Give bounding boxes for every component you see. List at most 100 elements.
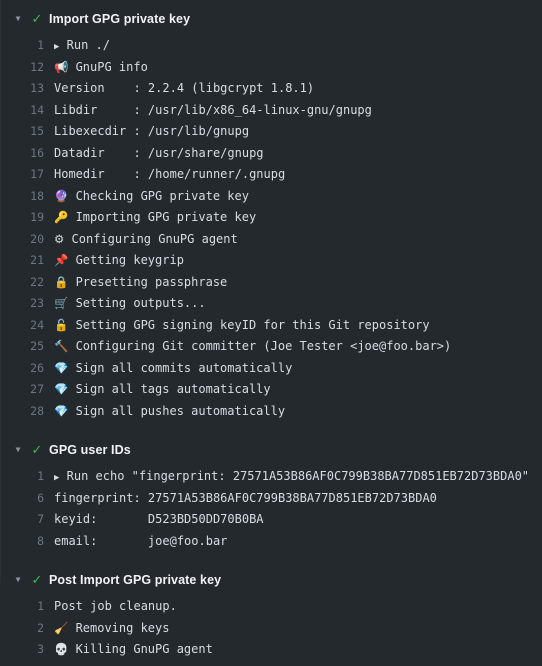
log-line-text: Presetting passphrase bbox=[75, 274, 228, 289]
gear-icon: ⚙ bbox=[54, 231, 65, 246]
log-line-content: 🔨 Configuring Git committer (Joe Tester … bbox=[54, 336, 542, 358]
success-check-icon: ✓ bbox=[31, 11, 43, 27]
log-line-text: Run ./ bbox=[66, 38, 111, 52]
log-line: 18 🔮 Checking GPG private key bbox=[0, 186, 542, 208]
log-line: 24 🔓 Setting GPG signing keyID for this G… bbox=[0, 315, 542, 337]
log-line-content: 💎 Sign all tags automatically bbox=[54, 379, 542, 401]
log-line-text: keyid: D523BD50DD70B0BA bbox=[54, 512, 264, 526]
log-line-content: Libexecdir : /usr/lib/gnupg bbox=[54, 121, 542, 143]
log-line-text: Run echo "fingerprint: 27571A53B86AF0C79… bbox=[66, 469, 530, 483]
line-number: 22 bbox=[30, 274, 44, 289]
log-line-content: ▶ Run echo "fingerprint: 27571A53B86AF0C… bbox=[54, 466, 542, 490]
log-line-content: 💀 Killing GnuPG agent bbox=[54, 639, 542, 661]
chevron-down-icon[interactable]: ▼ bbox=[11, 446, 25, 454]
log-line-text: Homedir : /home/runner/.gnupg bbox=[54, 167, 286, 181]
log-groups-container: ▼ ✓ Import GPG private key 1 ▶ Run ./12 📢 Gnu… bbox=[0, 6, 542, 666]
log-line-content: 🔮 Checking GPG private key bbox=[54, 186, 542, 208]
log-line: 17 Homedir : /home/runner/.gnupg bbox=[0, 164, 542, 186]
line-number: 21 bbox=[30, 253, 44, 267]
log-line-text: Configuring Git committer (Joe Tester <j… bbox=[75, 339, 452, 353]
line-number: 17 bbox=[30, 167, 44, 181]
hammer-icon: 🔨 bbox=[54, 339, 69, 353]
line-number: 19 bbox=[30, 210, 44, 224]
line-number: 1 bbox=[37, 599, 44, 613]
log-line: 1 ▶ Run echo "fingerprint: 27571A53B86AF0… bbox=[0, 466, 542, 488]
crystal-ball-icon: 🔮 bbox=[54, 188, 69, 203]
log-group-body: 1 ▶ Run ./ 12 📢 GnuPG info 13 Version : 2.2.4… bbox=[0, 32, 542, 427]
log-line-text: fingerprint: 27571A53B86AF0C799B38BA77D8… bbox=[54, 490, 437, 505]
log-line: 6 fingerprint: 27571A53B86AF0C799B38BA77D… bbox=[0, 488, 542, 510]
log-line-text: Sign all commits automatically bbox=[75, 360, 293, 375]
log-line: 15 Libexecdir : /usr/lib/gnupg bbox=[0, 121, 542, 143]
gem-icon: 💎 bbox=[54, 403, 69, 418]
line-number: 1 bbox=[37, 469, 44, 483]
line-number: 28 bbox=[30, 403, 44, 418]
pushpin-icon: 📌 bbox=[54, 253, 69, 267]
log-line-content: Post job cleanup. bbox=[54, 596, 542, 618]
line-number: 16 bbox=[30, 145, 44, 160]
log-group: ▼ ✓ GPG user IDs 1 ▶ Run echo "fingerprint: … bbox=[0, 437, 542, 557]
log-group-header[interactable]: ▼ ✓ GPG user IDs bbox=[0, 437, 542, 463]
line-number: 14 bbox=[30, 102, 44, 117]
log-line-content: Homedir : /home/runner/.gnupg bbox=[54, 164, 542, 186]
log-line-content: keyid: D523BD50DD70B0BA bbox=[54, 509, 542, 531]
log-line: 12 📢 GnuPG info bbox=[0, 57, 542, 79]
log-line: 26 💎 Sign all commits automatically bbox=[0, 358, 542, 380]
log-line-text: Version : 2.2.4 (libgcrypt 1.8.1) bbox=[54, 81, 315, 95]
log-line-content: 📌 Getting keygrip bbox=[54, 250, 542, 272]
line-number: 18 bbox=[30, 188, 44, 203]
run-caret-icon[interactable]: ▶ bbox=[54, 473, 59, 483]
log-line-text: Setting GPG signing keyID for this Git r… bbox=[75, 317, 430, 332]
log-group: ▼ ✓ Import GPG private key 1 ▶ Run ./ 12 📢 Gnu… bbox=[0, 6, 542, 427]
log-line: 16 Datadir : /usr/share/gnupg bbox=[0, 143, 542, 165]
log-line-content: Datadir : /usr/share/gnupg bbox=[54, 143, 542, 165]
line-number: 26 bbox=[30, 360, 44, 375]
log-line: 22 🔒 Presetting passphrase bbox=[0, 272, 542, 294]
log-line: 27 💎 Sign all tags automatically bbox=[0, 379, 542, 401]
line-number: 24 bbox=[30, 317, 44, 332]
chevron-down-icon[interactable]: ▼ bbox=[11, 15, 25, 23]
log-line-content: Version : 2.2.4 (libgcrypt 1.8.1) bbox=[54, 78, 542, 100]
log-line-text: GnuPG info bbox=[75, 59, 148, 74]
line-number: 25 bbox=[30, 339, 44, 353]
log-group-title: Post Import GPG private key bbox=[49, 573, 222, 587]
megaphone-icon: 📢 bbox=[54, 59, 69, 74]
log-line-text: Sign all tags automatically bbox=[75, 382, 271, 396]
line-number: 27 bbox=[30, 382, 44, 396]
log-line-text: Killing GnuPG agent bbox=[75, 642, 213, 656]
log-line: 3 💀 Killing GnuPG agent bbox=[0, 639, 542, 661]
log-line: 19 🔑 Importing GPG private key bbox=[0, 207, 542, 229]
line-number: 12 bbox=[30, 59, 44, 74]
log-line-text: Configuring GnuPG agent bbox=[71, 231, 238, 246]
line-number: 1 bbox=[37, 38, 44, 52]
log-line: 20 ⚙ Configuring GnuPG agent bbox=[0, 229, 542, 251]
line-number: 13 bbox=[30, 81, 44, 95]
left-edge-rule bbox=[0, 0, 1, 583]
log-group-header[interactable]: ▼ ✓ Post Import GPG private key bbox=[0, 567, 542, 593]
log-line-content: 🛒 Setting outputs... bbox=[54, 293, 542, 315]
gem-icon: 💎 bbox=[54, 360, 69, 375]
key-icon: 🔑 bbox=[54, 210, 69, 224]
log-line: 28 💎 Sign all pushes automatically bbox=[0, 401, 542, 423]
log-line-content: ⚙ Configuring GnuPG agent bbox=[54, 229, 542, 251]
log-line: 25 🔨 Configuring Git committer (Joe Teste… bbox=[0, 336, 542, 358]
log-line-content: 🔒 Presetting passphrase bbox=[54, 272, 542, 294]
log-line-text: Libexecdir : /usr/lib/gnupg bbox=[54, 124, 250, 138]
log-line-content: 🔑 Importing GPG private key bbox=[54, 207, 542, 229]
log-group: ▼ ✓ Post Import GPG private key 1 Post job c… bbox=[0, 567, 542, 666]
log-line-text: Datadir : /usr/share/gnupg bbox=[54, 145, 264, 160]
log-line: 14 Libdir : /usr/lib/x86_64-linux-gnu/gnu… bbox=[0, 100, 542, 122]
log-line: 13 Version : 2.2.4 (libgcrypt 1.8.1) bbox=[0, 78, 542, 100]
unlock-icon: 🔓 bbox=[54, 317, 69, 332]
log-line: 1 Post job cleanup. bbox=[0, 596, 542, 618]
success-check-icon: ✓ bbox=[31, 572, 43, 588]
log-line: 21 📌 Getting keygrip bbox=[0, 250, 542, 272]
log-line-content: 📢 GnuPG info bbox=[54, 57, 542, 79]
log-line-content: 🧹 Removing keys bbox=[54, 618, 542, 640]
log-line-text: Checking GPG private key bbox=[75, 188, 249, 203]
log-line-content: email: joe@foo.bar bbox=[54, 531, 542, 553]
run-caret-icon[interactable]: ▶ bbox=[54, 42, 59, 52]
log-group-header[interactable]: ▼ ✓ Import GPG private key bbox=[0, 6, 542, 32]
broom-icon: 🧹 bbox=[54, 620, 69, 635]
